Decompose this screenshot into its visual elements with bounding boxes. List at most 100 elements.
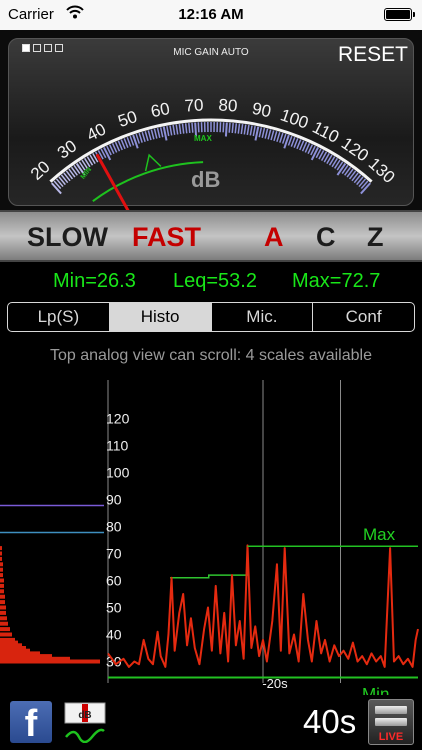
scale-tick [181, 123, 185, 134]
y-tick-label: 100 [106, 465, 130, 481]
svg-text:dB: dB [78, 710, 91, 721]
histogram-bar [0, 573, 3, 578]
live-bar [375, 706, 407, 714]
level-history-chart[interactable]: 12011010090807060504030MaxMin-20s [0, 380, 422, 695]
scale-tick [191, 122, 194, 133]
duration-label: 40s [303, 703, 357, 740]
scale-tick [156, 127, 161, 138]
live-bar [375, 718, 407, 726]
scale-tick [252, 125, 256, 137]
weighting-bar: SLOW FAST A C Z [0, 210, 422, 262]
histogram-bar [0, 605, 6, 610]
fast-button[interactable]: FAST [132, 222, 201, 253]
scale-tick [159, 127, 164, 138]
histogram-bar [0, 616, 7, 621]
scale-tick [166, 125, 170, 137]
scale-tick [153, 128, 158, 139]
c-weighting-button[interactable]: C [316, 222, 336, 253]
slow-button[interactable]: SLOW [27, 222, 108, 253]
y-tick-label: 90 [106, 492, 122, 508]
scale-tick [246, 124, 250, 136]
histogram-bar [0, 600, 5, 605]
scale-tick [138, 132, 143, 143]
a-weighting-button[interactable]: A [264, 222, 284, 253]
histogram-bar [0, 567, 3, 572]
scale-tick [147, 130, 152, 141]
scale-tick [254, 126, 260, 141]
min-label: Min [362, 684, 389, 695]
histogram-bar [0, 562, 3, 567]
min-readout: Min=26.3 [53, 270, 136, 292]
scale-tick [279, 132, 284, 143]
analog-meter[interactable]: 20 30 40 50 60 70 80 90 100 110 120 130 MIC GAIN AU… [0, 30, 422, 210]
scale-tick [243, 124, 247, 135]
y-tick-label: 50 [106, 600, 122, 616]
facebook-share-button[interactable]: f [10, 701, 52, 745]
scale-label: 130 [365, 154, 399, 187]
scale-label: 90 [250, 99, 272, 121]
scale-tick [258, 127, 263, 138]
scale-tick [178, 124, 182, 135]
y-tick-label: 40 [106, 627, 122, 643]
battery-icon [384, 8, 415, 21]
clock: 12:16 AM [178, 6, 244, 23]
histogram-bar [0, 589, 4, 594]
scale-tick [273, 131, 278, 142]
scale-tick [231, 122, 234, 134]
leq-readout: Leq=53.2 [173, 270, 257, 292]
y-tick-label: 60 [106, 573, 122, 589]
scale-tick [150, 129, 155, 140]
db-unit-label: dB [191, 167, 221, 192]
reset-button[interactable]: RESET [338, 43, 408, 67]
max-label: Max [363, 525, 396, 544]
scale-label: 60 [149, 99, 171, 121]
tab-mic[interactable]: Mic. [212, 303, 314, 331]
histogram-bar [0, 578, 4, 583]
z-weighting-button[interactable]: Z [367, 222, 384, 253]
y-tick-label: 120 [106, 411, 130, 427]
histogram-bar [0, 621, 8, 626]
scale-tick [267, 129, 272, 140]
scale-tick [188, 122, 191, 134]
scale-tick [261, 127, 266, 138]
scale-tick [175, 124, 179, 135]
y-tick-label: 70 [106, 546, 122, 562]
max-readout: Max=72.7 [292, 270, 381, 292]
db-app-icon[interactable]: dB [64, 701, 106, 743]
scale-tick [222, 122, 225, 133]
histogram-bar [0, 556, 2, 561]
level-readouts: Min=26.3 Leq=53.2 Max=72.7 [0, 268, 422, 298]
scale-label: 50 [116, 107, 140, 131]
scale-tick [276, 131, 281, 142]
status-bar: Carrier 12:16 AM [0, 0, 422, 30]
scale-label: 30 [54, 136, 80, 162]
view-tabs: Lp(S) Histo Mic. Conf [7, 302, 415, 332]
scale-label: 40 [84, 119, 109, 144]
live-label: LIVE [378, 731, 404, 743]
histogram-bar [0, 627, 10, 632]
y-tick-label: 110 [106, 438, 129, 454]
scale-tick [169, 125, 173, 136]
histogram-bar [0, 610, 6, 615]
tab-conf[interactable]: Conf [313, 303, 414, 331]
histogram-bar [0, 594, 5, 599]
scale-tick [240, 124, 244, 135]
scale-label: 100 [278, 105, 311, 132]
live-button[interactable]: LIVE [368, 699, 414, 745]
tab-histo[interactable]: Histo [109, 303, 212, 331]
scale-label: 80 [218, 95, 238, 115]
tab-lps[interactable]: Lp(S) [8, 303, 110, 331]
y-tick-label: 80 [106, 519, 122, 535]
scale-tick [237, 123, 241, 134]
scale-tick [249, 125, 253, 136]
scale-tick [162, 126, 168, 141]
histogram-bar [0, 546, 2, 551]
scale-tick [141, 131, 146, 142]
scale-tick [197, 122, 200, 133]
scale-tick [184, 123, 188, 134]
scale-label: 20 [27, 157, 54, 184]
scale-tick [228, 122, 231, 133]
histogram-bar [0, 583, 4, 588]
scale-tick [290, 136, 296, 147]
scale-tick [103, 146, 112, 161]
